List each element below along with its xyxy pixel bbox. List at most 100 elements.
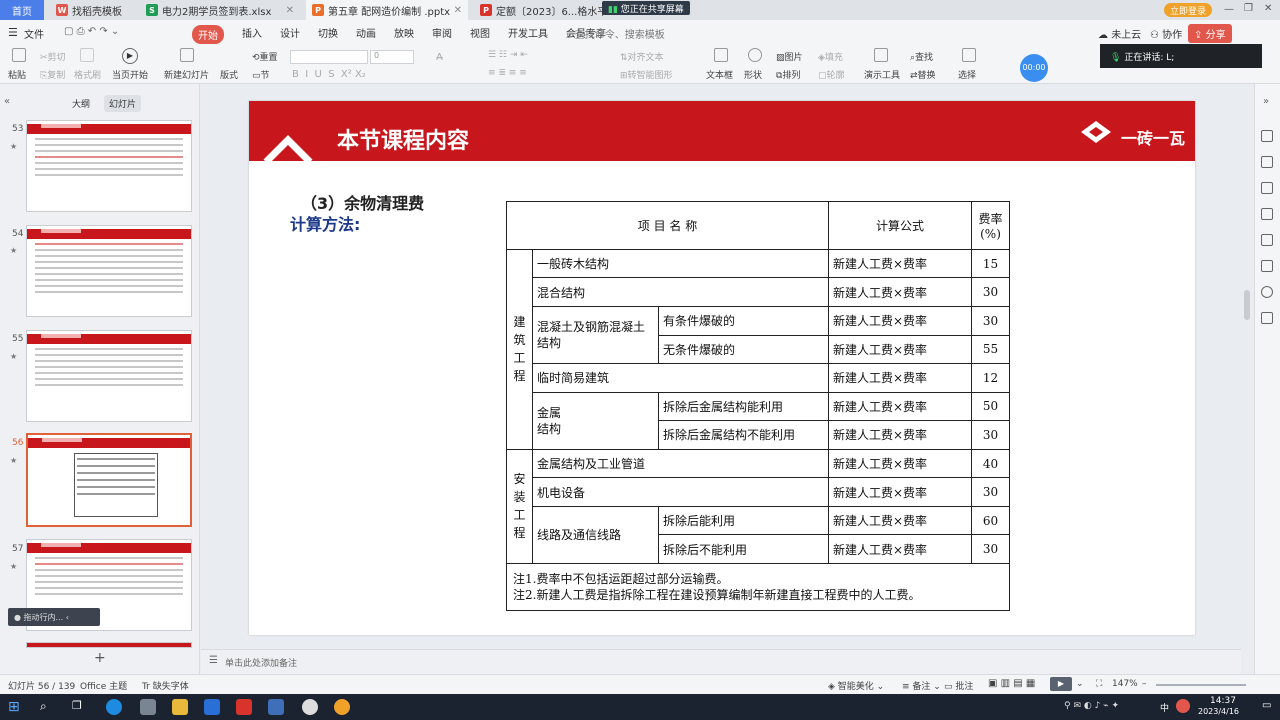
expand-panel-icon[interactable]: » xyxy=(1263,96,1269,107)
picture-button[interactable]: ▨图片 xyxy=(776,50,803,63)
new-slide-icon[interactable] xyxy=(180,48,194,62)
window-restore-icon[interactable]: ❐ xyxy=(1244,3,1253,14)
notes-toggle[interactable]: ≡ 备注 ⌄ xyxy=(902,679,941,692)
play-icon[interactable]: ▶ xyxy=(122,48,138,64)
from-current-button[interactable]: 当页开始 xyxy=(112,68,148,81)
menu-review[interactable]: 审阅 xyxy=(432,25,452,44)
meeting-app-icon[interactable] xyxy=(268,699,284,715)
notes-drag-icon[interactable]: ☰ xyxy=(209,655,218,666)
tab-templates[interactable]: W 找稻壳模板 xyxy=(50,0,136,20)
arrange-button[interactable]: ⧉排列 xyxy=(776,68,800,81)
menu-transitions[interactable]: 切换 xyxy=(318,25,338,44)
smartart-button[interactable]: ⊞转智能图形 xyxy=(620,68,673,81)
menu-developer[interactable]: 开发工具 xyxy=(508,25,548,44)
zoom-slider[interactable] xyxy=(1156,684,1246,686)
format-painter-button[interactable]: 格式刷 xyxy=(74,68,101,81)
new-slide-button[interactable]: 新建幻灯片 xyxy=(164,68,209,81)
chevron-left-icon[interactable]: ‹ xyxy=(66,613,69,622)
tab-slides[interactable]: 幻灯片 xyxy=(104,95,142,112)
thumbnail-58-partial[interactable] xyxy=(26,642,192,648)
copy-button[interactable]: ⎘复制 xyxy=(40,68,65,81)
wps-icon[interactable] xyxy=(236,699,252,715)
sogou-icon[interactable] xyxy=(1176,699,1190,713)
clear-format-icon[interactable]: A̶ xyxy=(436,52,443,63)
close-icon[interactable]: ✕ xyxy=(454,5,462,16)
hamburger-icon[interactable]: ☰ xyxy=(8,26,18,39)
beautify-button[interactable]: ◈ 智能美化 ⌄ xyxy=(828,679,884,692)
window-minimize-icon[interactable]: — xyxy=(1224,4,1234,15)
task-view-icon[interactable]: ❐ xyxy=(72,699,88,715)
app-icon[interactable] xyxy=(204,699,220,715)
vertical-scrollbar[interactable] xyxy=(1244,290,1250,320)
section-button[interactable]: ▭节 xyxy=(252,68,270,81)
menu-view[interactable]: 视图 xyxy=(470,25,490,44)
format-painter-icon[interactable] xyxy=(80,48,94,62)
comments-toggle[interactable]: ▭ 批注 xyxy=(944,679,973,692)
outline-button[interactable]: ▢轮廓 xyxy=(818,68,845,81)
quick-access-icons[interactable]: ▢ ⎙ ↶ ↷ ⌄ xyxy=(64,26,119,37)
zoom-out-icon[interactable]: – xyxy=(1142,679,1147,689)
tab-pdf[interactable]: P 定额〔2023〕6...格水平调整 xyxy=(474,0,604,20)
search-icon[interactable]: ⌕ xyxy=(40,699,56,715)
browser-icon[interactable] xyxy=(302,699,318,715)
backup-icon[interactable] xyxy=(1261,260,1273,272)
shape-icon[interactable] xyxy=(748,48,762,62)
add-slide-icon[interactable]: + xyxy=(94,650,106,666)
reset-button[interactable]: ⟲重置 xyxy=(252,50,278,63)
table-style-icon[interactable] xyxy=(1261,208,1273,220)
play-slideshow-button[interactable]: ▶ xyxy=(1050,677,1072,691)
paste-button[interactable]: 粘贴 xyxy=(8,68,26,81)
find-button[interactable]: ⌕查找 xyxy=(910,50,933,63)
animation-icon[interactable] xyxy=(1261,182,1273,194)
missing-font-button[interactable]: Tr 缺失字体 xyxy=(142,679,189,692)
collapse-panel-icon[interactable]: « xyxy=(4,96,10,107)
calculator-icon[interactable] xyxy=(140,699,156,715)
tab-home[interactable]: 首页 xyxy=(0,0,44,20)
edge-icon[interactable] xyxy=(106,699,122,715)
window-close-icon[interactable]: ✕ xyxy=(1264,3,1272,14)
textbox-button[interactable]: 文本框 xyxy=(706,68,733,81)
font-style-buttons[interactable]: B I U S X² X₂ xyxy=(292,69,366,80)
menu-design[interactable]: 设计 xyxy=(280,25,300,44)
presenter-tools-button[interactable]: 演示工具 xyxy=(864,68,900,81)
tab-xlsx[interactable]: S 电力2期学员签到表.xlsx ✕ xyxy=(140,0,300,20)
adjust-icon[interactable] xyxy=(1261,156,1273,168)
collab-button[interactable]: ⚇ 协作 xyxy=(1150,26,1182,41)
zoom-level[interactable]: 147% xyxy=(1112,679,1138,689)
command-search[interactable]: ⌕ 查找命令、搜索模板 xyxy=(566,26,665,41)
align-text-button[interactable]: ⇅对齐文本 xyxy=(620,50,664,63)
paragraph-align-buttons[interactable]: ≡ ≣ ≡ ≡ xyxy=(488,68,527,78)
location-icon[interactable] xyxy=(1261,286,1273,298)
paste-icon[interactable] xyxy=(12,48,26,62)
menu-insert[interactable]: 插入 xyxy=(242,25,262,44)
more-tools-icon[interactable] xyxy=(1261,312,1273,324)
select-icon[interactable] xyxy=(962,48,976,62)
notes-placeholder[interactable]: 单击此处添加备注 xyxy=(225,656,297,669)
paragraph-list-buttons[interactable]: ☰ ☷ ⇥ ⇤ xyxy=(488,50,528,60)
current-slide[interactable]: 本节课程内容 一砖一瓦 （3）余物清理费 计算方法: 项 目 名 称 计算公式 … xyxy=(249,101,1195,635)
media-icon[interactable] xyxy=(334,699,350,715)
clearing-fee-table[interactable]: 项 目 名 称 计算公式 费率(%) 建筑工程 一般砖木结构 新建人工费×费率 … xyxy=(506,201,1010,612)
fit-icon[interactable]: ⛶ xyxy=(1096,679,1102,689)
shape-button[interactable]: 形状 xyxy=(744,68,762,81)
font-size-select[interactable]: 0 xyxy=(370,50,414,64)
login-button[interactable]: 立即登录 xyxy=(1164,3,1213,17)
tray-icons[interactable]: ⚲ ✉ ◐ ♪ ⌁ ✦ xyxy=(1064,701,1119,711)
zoom-menu[interactable]: ⌄ xyxy=(1076,679,1084,689)
cut-button[interactable]: ✂剪切 xyxy=(40,50,66,63)
share-button[interactable]: ⇪ 分享 xyxy=(1188,24,1232,43)
windows-start-icon[interactable]: ⊞ xyxy=(8,699,24,715)
close-icon[interactable]: ✕ xyxy=(286,5,294,16)
tab-pptx[interactable]: P 第五章 配网造价编制 .pptx ✕ xyxy=(306,0,468,20)
cloud-status[interactable]: ☁ 未上云 xyxy=(1098,26,1141,41)
notification-icon[interactable]: ▭ xyxy=(1262,700,1271,711)
menu-animations[interactable]: 动画 xyxy=(356,25,376,44)
fill-button[interactable]: ◈填充 xyxy=(818,50,843,63)
meeting-timer[interactable]: 00:00 xyxy=(1020,54,1048,82)
ime-indicator[interactable]: 中 xyxy=(1160,701,1169,714)
replace-button[interactable]: ⇄替换 xyxy=(910,68,936,81)
presenter-tools-icon[interactable] xyxy=(874,48,888,62)
textbox-icon[interactable] xyxy=(714,48,728,62)
layout-button[interactable]: 版式 xyxy=(220,68,238,81)
property-icon[interactable] xyxy=(1261,130,1273,142)
